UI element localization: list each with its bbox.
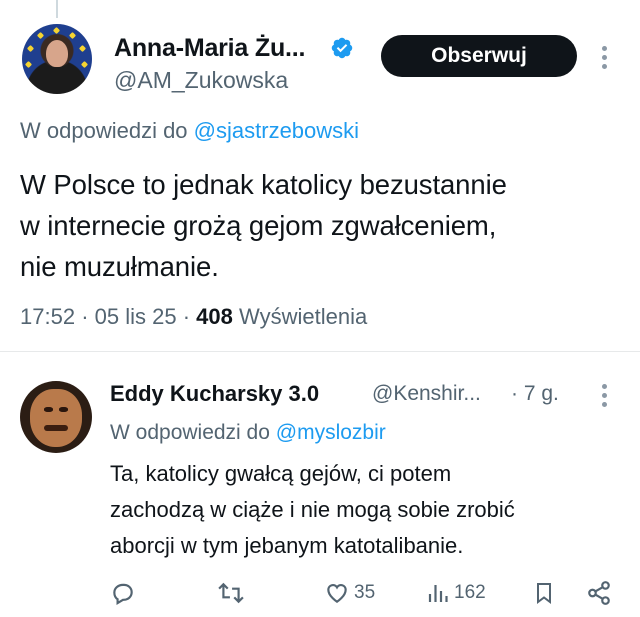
reply-context: W odpowiedzi do @sjastrzebowski [20,118,359,144]
heart-icon [327,584,347,603]
reply-text-line: Ta, katolicy gwałcą gejów, ci potem [110,461,452,486]
reply-button[interactable] [110,575,136,611]
views-count: 408 [196,304,233,329]
like-button[interactable]: 35 [324,575,375,611]
bookmark-icon [537,583,551,604]
tweet-text-line: nie muzułmanie. [20,251,219,282]
follow-button[interactable]: Obserwuj [381,35,577,77]
bookmark-button[interactable] [532,575,556,611]
like-count: 35 [354,582,376,603]
tweet-text: W Polsce to jednak katolicy bezustannie … [20,164,620,287]
reply-text-line: zachodzą w ciąże i nie mogą sobie zrobić [110,497,515,522]
reply-mention-link[interactable]: @sjastrzebowski [194,118,359,143]
avatar-mustache [44,425,68,431]
more-vertical-icon[interactable] [596,382,612,410]
reply-display-name[interactable]: Eddy Kucharsky 3.0 [110,381,319,407]
share-button[interactable] [586,575,612,611]
views-label: Wyświetlenia [239,304,368,329]
display-name[interactable]: Anna-Maria Żu... [114,34,305,63]
meta-separator: · [182,304,191,329]
action-bar: 35 162 [0,575,640,611]
tweet-divider [0,351,640,352]
avatar-anna-maria[interactable] [22,24,92,94]
reply-context: W odpowiedzi do @myslozbir [110,421,386,445]
verified-badge-icon [331,37,353,59]
reply-icon [113,583,133,605]
reply-prefix: W odpowiedzi do [110,421,270,444]
tweet-time[interactable]: 17:52 [20,304,75,329]
more-vertical-icon[interactable] [596,44,612,72]
views-count-reply: 162 [454,582,486,603]
avatar-face [30,389,82,447]
avatar-eye [59,407,68,412]
tweet-text-line: w internecie grożą gejom zgwałceniem, [20,210,497,241]
reply-text-line: aborcji w tym jebanym katotalibanie. [110,533,464,558]
avatar-face [46,40,68,67]
tweet-text-line: W Polsce to jednak katolicy bezustannie [20,169,507,200]
avatar-eddy[interactable] [20,381,92,453]
reply-text: Ta, katolicy gwałcą gejów, ci potem zach… [110,456,620,564]
tweet-date[interactable]: 05 lis 25 [95,304,177,329]
tweet-meta: 17:52 · 05 lis 25 · 408 Wyświetlenia [20,304,367,330]
retweet-button[interactable] [216,575,246,611]
reply-mention-link[interactable]: @myslozbir [276,421,386,444]
reply-prefix: W odpowiedzi do [20,118,188,143]
reply-user-handle[interactable]: @Kenshir... [372,382,481,406]
thread-connector-line [56,0,58,18]
share-icon [588,581,610,605]
reply-timestamp[interactable]: · 7 g. [511,382,559,406]
avatar-eye [44,407,53,412]
meta-separator: · [81,304,89,329]
retweet-icon [218,582,244,604]
views-button[interactable]: 162 [426,575,486,611]
analytics-icon [428,585,448,602]
user-handle[interactable]: @AM_Zukowska [114,67,288,94]
